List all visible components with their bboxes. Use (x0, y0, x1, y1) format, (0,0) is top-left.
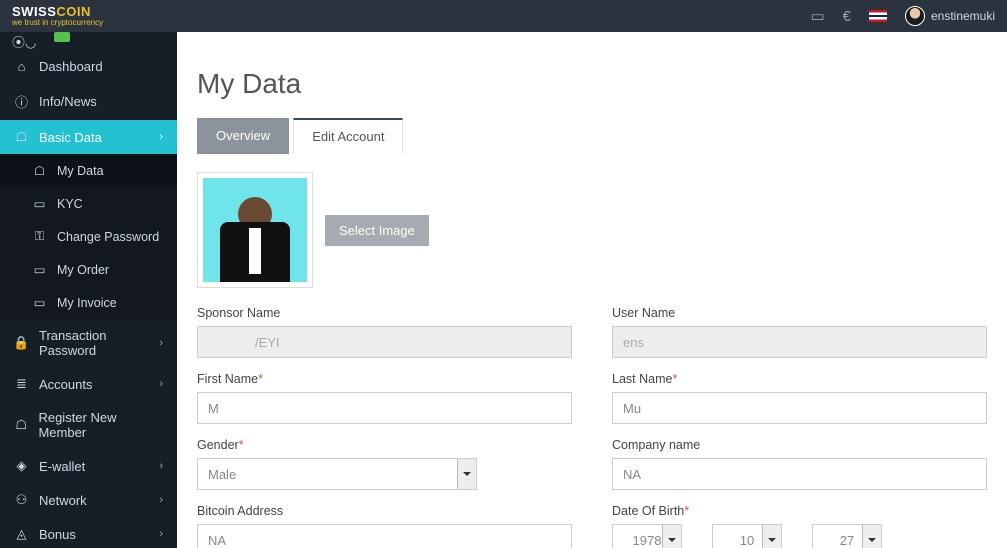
info-icon: ⓘ (14, 92, 29, 111)
sidebar-item-label: Info/News (39, 94, 97, 109)
gender-select[interactable] (197, 458, 477, 490)
company-name-field[interactable] (612, 458, 987, 490)
page-title: My Data (177, 50, 1007, 118)
network-icon: ⚇ (14, 492, 29, 508)
sidebar-item-label: Register New Member (38, 410, 163, 440)
edit-account-panel: Select Image Sponsor Name First Name* Ge… (197, 154, 987, 548)
chat-icon[interactable]: ▭ (810, 7, 824, 25)
sidebar-submenu-basic-data: ☖ My Data ▭ KYC ⚿ Change Password ▭ My O… (0, 154, 177, 319)
dob-label: Date Of Birth* (612, 504, 987, 518)
company-name-label: Company name (612, 438, 987, 452)
last-name-field[interactable] (612, 392, 987, 424)
user-icon: ☖ (14, 129, 29, 145)
sidebar-sub-label: Change Password (57, 230, 159, 244)
sidebar-account-stub: ⦿◡ (0, 32, 177, 50)
tab-overview[interactable]: Overview (197, 118, 289, 154)
profile-photo (197, 172, 313, 288)
sidebar-sub-change-password[interactable]: ⚿ Change Password (0, 220, 177, 253)
home-icon: ⌂ (14, 59, 29, 74)
sidebar-sub-my-invoice[interactable]: ▭ My Invoice (0, 286, 177, 319)
sidebar-item-label: Bonus (39, 527, 76, 542)
first-name-label: First Name* (197, 372, 572, 386)
first-name-field[interactable] (197, 392, 572, 424)
sidebar-sub-label: KYC (57, 197, 83, 211)
topbar: SWISSCOIN we trust in cryptocurrency ▭ €… (0, 0, 1007, 32)
bitcoin-address-label: Bitcoin Address (197, 504, 572, 518)
lock-icon: 🔒 (14, 335, 29, 351)
sidebar: ⦿◡ ⌂ Dashboard ⓘ Info/News ☖ Basic Data … (0, 32, 177, 548)
chevron-right-icon: › (159, 460, 163, 472)
user-name-field (612, 326, 987, 358)
brand[interactable]: SWISSCOIN we trust in cryptocurrency (12, 5, 103, 27)
bonus-icon: ◬ (14, 526, 29, 542)
chevron-right-icon: › (159, 337, 163, 349)
chevron-right-icon: › (159, 494, 163, 506)
sidebar-sub-label: My Invoice (57, 296, 117, 310)
main-content: My Data Overview Edit Account Select Ima… (177, 32, 1007, 548)
sidebar-item-transaction-password[interactable]: 🔒 Transaction Password › (0, 319, 177, 367)
sidebar-item-info[interactable]: ⓘ Info/News (0, 83, 177, 120)
doc-icon: ▭ (32, 295, 47, 310)
sidebar-item-accounts[interactable]: ≣ Accounts › (0, 367, 177, 401)
diamond-icon: ◈ (14, 458, 29, 474)
doc-icon: ▭ (32, 262, 47, 277)
sidebar-item-bonus[interactable]: ◬ Bonus › (0, 517, 177, 548)
brand-tagline: we trust in cryptocurrency (12, 19, 103, 27)
sponsor-name-field (197, 326, 572, 358)
person-icon: ☖ (32, 163, 47, 178)
sidebar-sub-my-order[interactable]: ▭ My Order (0, 253, 177, 286)
sidebar-item-ewallet[interactable]: ◈ E-wallet › (0, 449, 177, 483)
user-name-label: User Name (612, 306, 987, 320)
sponsor-name-label: Sponsor Name (197, 306, 572, 320)
brand-part2: COIN (56, 4, 91, 19)
sidebar-item-basic-data[interactable]: ☖ Basic Data › (0, 120, 177, 154)
user-menu[interactable]: enstinemuki (905, 6, 995, 26)
sidebar-sub-kyc[interactable]: ▭ KYC (0, 187, 177, 220)
gender-label: Gender* (197, 438, 572, 452)
brand-part1: SWISS (12, 4, 56, 19)
chevron-right-icon: › (159, 528, 163, 540)
dob-year-select[interactable] (612, 524, 682, 548)
sidebar-item-label: Transaction Password (39, 328, 149, 358)
chevron-right-icon: › (159, 378, 163, 390)
doc-icon: ▭ (32, 196, 47, 211)
select-image-button[interactable]: Select Image (325, 215, 429, 246)
key-icon: ⚿ (32, 229, 47, 244)
sidebar-item-dashboard[interactable]: ⌂ Dashboard (0, 50, 177, 83)
sidebar-item-label: E-wallet (39, 459, 85, 474)
sidebar-sub-label: My Data (57, 164, 104, 178)
sidebar-item-network[interactable]: ⚇ Network › (0, 483, 177, 517)
sidebar-item-label: Basic Data (39, 130, 102, 145)
sidebar-item-label: Accounts (39, 377, 92, 392)
tabs: Overview Edit Account (197, 118, 987, 154)
dob-day-select[interactable] (812, 524, 882, 548)
bitcoin-address-field[interactable] (197, 524, 572, 548)
list-icon: ≣ (14, 376, 29, 392)
tab-edit-account[interactable]: Edit Account (293, 118, 403, 154)
flag-uk-icon[interactable] (869, 10, 887, 22)
currency-icon[interactable]: € (843, 8, 851, 25)
avatar (905, 6, 925, 26)
dob-month-select[interactable] (712, 524, 782, 548)
sidebar-sub-my-data[interactable]: ☖ My Data (0, 154, 177, 187)
sidebar-item-label: Network (39, 493, 87, 508)
chevron-right-icon: › (159, 131, 163, 143)
person-add-icon: ☖ (14, 417, 28, 433)
last-name-label: Last Name* (612, 372, 987, 386)
sidebar-item-label: Dashboard (39, 59, 103, 74)
sidebar-item-register[interactable]: ☖ Register New Member (0, 401, 177, 449)
breadcrumb (177, 32, 1007, 50)
username-label: enstinemuki (931, 9, 995, 23)
sidebar-sub-label: My Order (57, 263, 109, 277)
